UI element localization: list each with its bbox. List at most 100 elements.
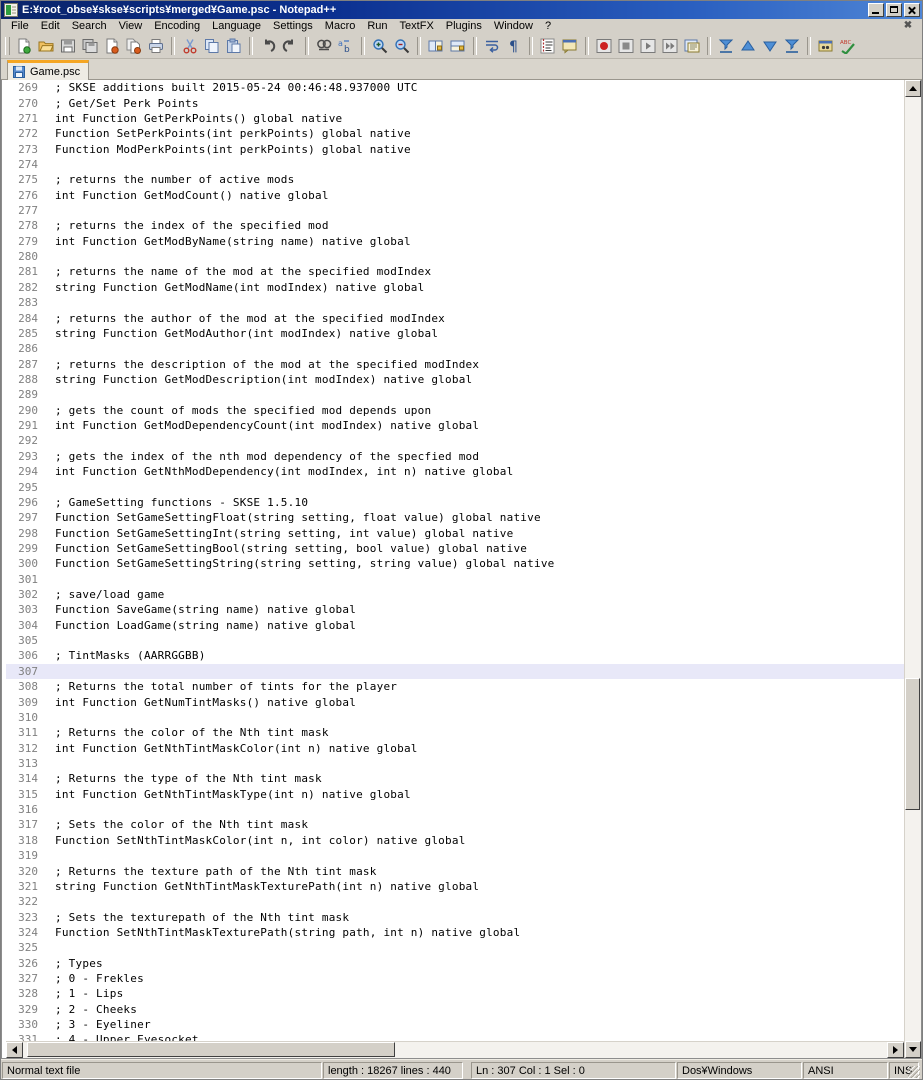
run-macro-multiple-icon[interactable] xyxy=(659,35,681,57)
code-text[interactable]: ; 3 - Eyeliner xyxy=(52,1018,904,1031)
menu-item-encoding[interactable]: Encoding xyxy=(148,19,206,34)
close-file-icon[interactable] xyxy=(101,35,123,57)
code-line[interactable]: 305 xyxy=(6,633,904,648)
code-line[interactable]: 301 xyxy=(6,572,904,587)
menu-item-settings[interactable]: Settings xyxy=(267,19,319,34)
code-pane[interactable]: 269 ; SKSE additions built 2015-05-24 00:… xyxy=(6,80,904,1058)
menu-item-plugins[interactable]: Plugins xyxy=(440,19,488,34)
code-text[interactable]: ; Types xyxy=(52,957,904,970)
vertical-scrollbar[interactable] xyxy=(904,80,921,1058)
paste-icon[interactable] xyxy=(223,35,245,57)
code-line[interactable]: 324 Function SetNthTintMaskTexturePath(st… xyxy=(6,925,904,940)
code-line[interactable]: 274 xyxy=(6,157,904,172)
code-text[interactable]: ; returns the index of the specified mod xyxy=(52,219,904,232)
code-text[interactable]: int Function GetModByName(string name) n… xyxy=(52,235,904,248)
stop-macro-icon[interactable] xyxy=(615,35,637,57)
menu-item-macro[interactable]: Macro xyxy=(319,19,362,34)
menu-item-run[interactable]: Run xyxy=(361,19,393,34)
code-line[interactable]: 331 ; 4 - Upper Eyesocket xyxy=(6,1032,904,1041)
code-line[interactable]: 330 ; 3 - Eyeliner xyxy=(6,1017,904,1032)
code-line[interactable]: 312 int Function GetNthTintMaskColor(int … xyxy=(6,740,904,755)
code-text[interactable]: ; Sets the color of the Nth tint mask xyxy=(52,818,904,831)
code-text[interactable]: ; save/load game xyxy=(52,588,904,601)
code-text[interactable]: ; 2 - Cheeks xyxy=(52,1003,904,1016)
code-line[interactable]: 282 string Function GetModName(int modInd… xyxy=(6,280,904,295)
fold-up-icon[interactable] xyxy=(737,35,759,57)
horizontal-scroll-thumb[interactable] xyxy=(27,1042,395,1057)
code-line[interactable]: 321 string Function GetNthTintMaskTexture… xyxy=(6,879,904,894)
code-text[interactable]: ; 0 - Frekles xyxy=(52,972,904,985)
code-line[interactable]: 319 xyxy=(6,848,904,863)
code-text[interactable]: ; gets the index of the nth mod dependen… xyxy=(52,450,904,463)
menu-item-edit[interactable]: Edit xyxy=(35,19,66,34)
open-file-icon[interactable] xyxy=(35,35,57,57)
code-text[interactable]: Function SaveGame(string name) native gl… xyxy=(52,603,904,616)
sync-vertical-scrolling-icon[interactable] xyxy=(425,35,447,57)
play-macro-icon[interactable] xyxy=(637,35,659,57)
code-text[interactable]: ; Returns the color of the Nth tint mask xyxy=(52,726,904,739)
redo-icon[interactable] xyxy=(279,35,301,57)
code-line[interactable]: 289 xyxy=(6,387,904,402)
code-line[interactable]: 297 Function SetGameSettingFloat(string s… xyxy=(6,510,904,525)
close-all-files-icon[interactable] xyxy=(123,35,145,57)
code-text[interactable]: string Function GetModDescription(int mo… xyxy=(52,373,904,386)
new-file-icon[interactable] xyxy=(13,35,35,57)
code-line[interactable]: 315 int Function GetNthTintMaskType(int n… xyxy=(6,787,904,802)
code-line[interactable]: 275 ; returns the number of active mods xyxy=(6,172,904,187)
expand-all-icon[interactable] xyxy=(781,35,803,57)
code-line[interactable]: 281 ; returns the name of the mod at the … xyxy=(6,264,904,279)
code-text[interactable]: ; TintMasks (AARRGGBB) xyxy=(52,649,904,662)
code-text[interactable]: Function SetNthTintMaskColor(int n, int … xyxy=(52,834,904,847)
code-text[interactable]: ; GameSetting functions - SKSE 1.5.10 xyxy=(52,496,904,509)
code-line[interactable]: 294 int Function GetNthModDependency(int … xyxy=(6,464,904,479)
code-line[interactable]: 304 Function LoadGame(string name) native… xyxy=(6,618,904,633)
code-line[interactable]: 271 int Function GetPerkPoints() global n… xyxy=(6,111,904,126)
code-line[interactable]: 322 xyxy=(6,894,904,909)
code-text[interactable]: ; Sets the texturepath of the Nth tint m… xyxy=(52,911,904,924)
menu-item-view[interactable]: View xyxy=(113,19,149,34)
code-text[interactable]: ; returns the number of active mods xyxy=(52,173,904,186)
code-line[interactable]: 285 string Function GetModAuthor(int modI… xyxy=(6,326,904,341)
code-line[interactable]: 291 int Function GetModDependencyCount(in… xyxy=(6,418,904,433)
code-text[interactable]: ; returns the description of the mod at … xyxy=(52,358,904,371)
code-line[interactable]: 273 Function ModPerkPoints(int perkPoints… xyxy=(6,141,904,156)
zoom-out-icon[interactable] xyxy=(391,35,413,57)
code-text[interactable]: ; 1 - Lips xyxy=(52,987,904,1000)
code-lines-container[interactable]: 269 ; SKSE additions built 2015-05-24 00:… xyxy=(6,80,904,1041)
code-line[interactable]: 278 ; returns the index of the specified … xyxy=(6,218,904,233)
print-icon[interactable] xyxy=(145,35,167,57)
menu-item-file[interactable]: File xyxy=(5,19,35,34)
code-line[interactable]: 311 ; Returns the color of the Nth tint m… xyxy=(6,725,904,740)
code-text[interactable]: int Function GetNthModDependency(int mod… xyxy=(52,465,904,478)
code-line[interactable]: 280 xyxy=(6,249,904,264)
save-icon[interactable] xyxy=(57,35,79,57)
code-text[interactable]: ; Get/Set Perk Points xyxy=(52,97,904,110)
code-text[interactable]: Function SetPerkPoints(int perkPoints) g… xyxy=(52,127,904,140)
code-line[interactable]: 307 xyxy=(6,663,904,680)
code-line[interactable]: 314 ; Returns the type of the Nth tint ma… xyxy=(6,771,904,786)
code-line[interactable]: 276 int Function GetModCount() native glo… xyxy=(6,188,904,203)
menu-item-search[interactable]: Search xyxy=(66,19,113,34)
code-text[interactable]: int Function GetNthTintMaskColor(int n) … xyxy=(52,742,904,755)
code-text[interactable]: int Function GetNthTintMaskType(int n) n… xyxy=(52,788,904,801)
indent-guide-icon[interactable] xyxy=(537,35,559,57)
code-line[interactable]: 277 xyxy=(6,203,904,218)
code-text[interactable]: string Function GetModName(int modIndex)… xyxy=(52,281,904,294)
code-text[interactable]: ; 4 - Upper Eyesocket xyxy=(52,1033,904,1041)
close-document-icon[interactable]: ✖ xyxy=(902,20,914,32)
code-text[interactable]: Function SetNthTintMaskTexturePath(strin… xyxy=(52,926,904,939)
vertical-scroll-thumb[interactable] xyxy=(905,677,920,810)
code-text[interactable]: Function ModPerkPoints(int perkPoints) g… xyxy=(52,143,904,156)
code-line[interactable]: 328 ; 1 - Lips xyxy=(6,986,904,1001)
code-line[interactable]: 296 ; GameSetting functions - SKSE 1.5.10 xyxy=(6,495,904,510)
code-line[interactable]: 298 Function SetGameSettingInt(string set… xyxy=(6,525,904,540)
code-line[interactable]: 293 ; gets the index of the nth mod depen… xyxy=(6,449,904,464)
code-line[interactable]: 287 ; returns the description of the mod … xyxy=(6,356,904,371)
code-text[interactable]: int Function GetModDependencyCount(int m… xyxy=(52,419,904,432)
code-line[interactable]: 269 ; SKSE additions built 2015-05-24 00:… xyxy=(6,80,904,95)
resize-grip[interactable] xyxy=(908,1062,922,1079)
code-line[interactable]: 303 Function SaveGame(string name) native… xyxy=(6,602,904,617)
code-text[interactable]: string Function GetModAuthor(int modInde… xyxy=(52,327,904,340)
code-line[interactable]: 283 xyxy=(6,295,904,310)
code-line[interactable]: 320 ; Returns the texture path of the Nth… xyxy=(6,863,904,878)
